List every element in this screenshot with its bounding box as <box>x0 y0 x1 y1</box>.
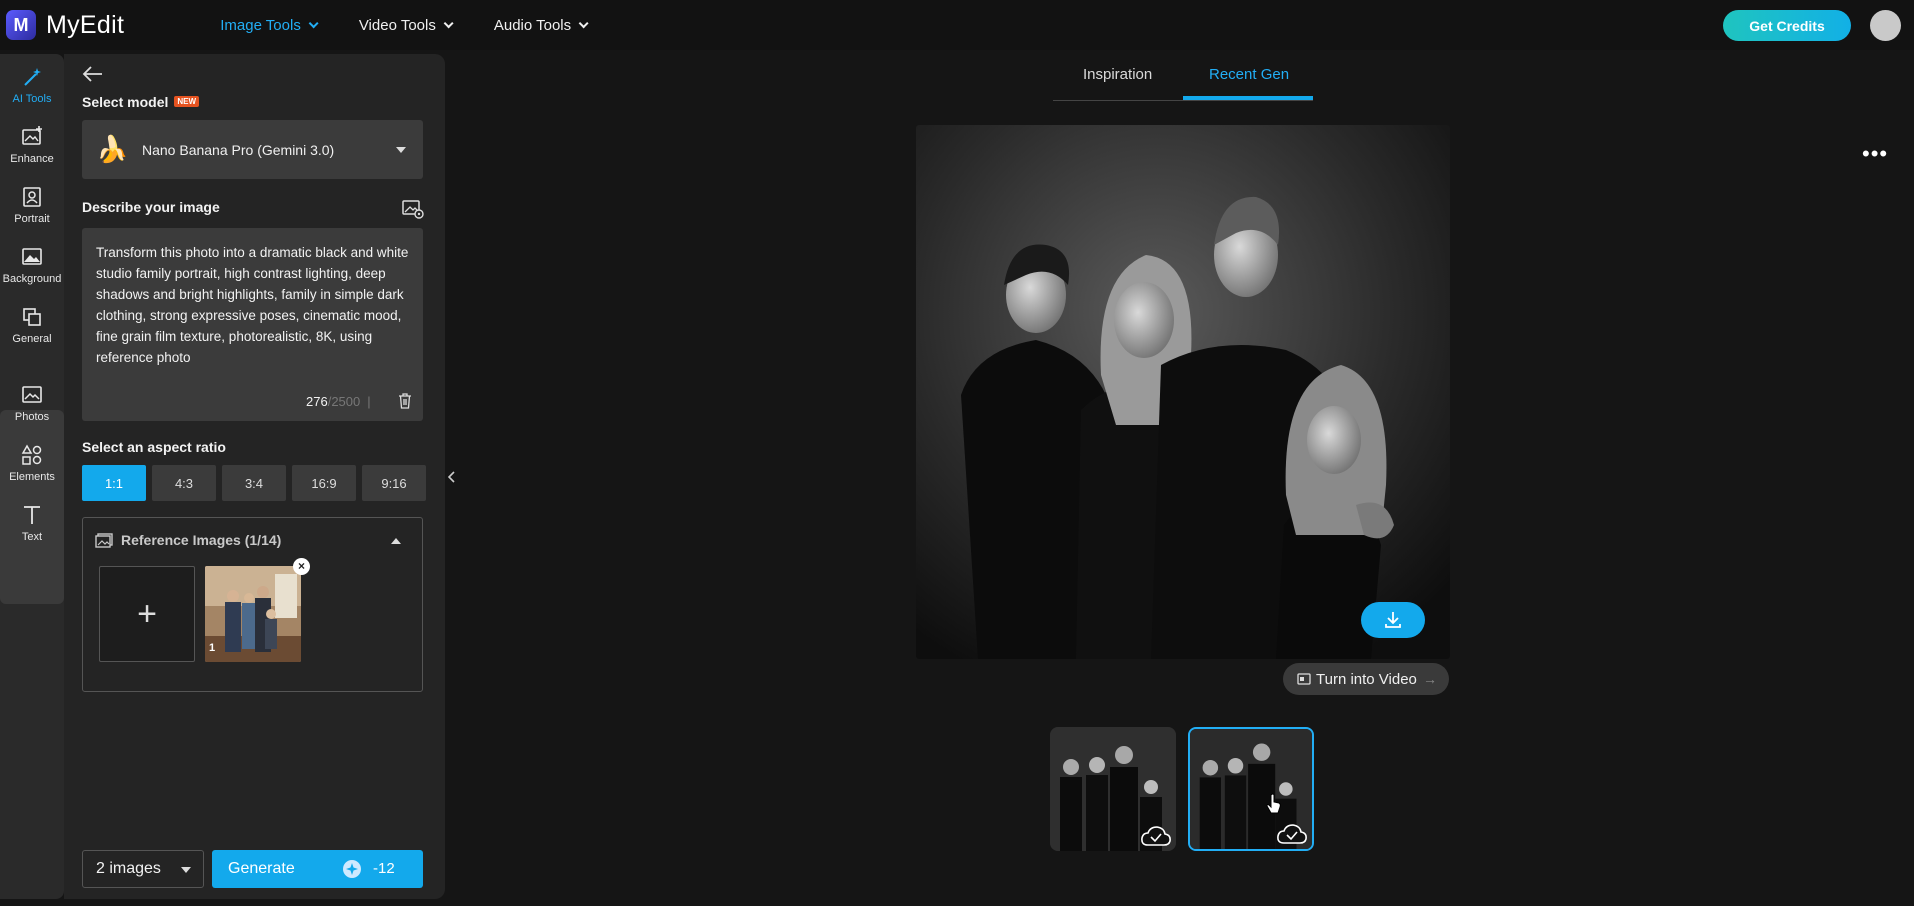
model-name: Nano Banana Pro (Gemini 3.0) <box>142 141 335 158</box>
reference-images-section: Reference Images (1/14) + 1 × <box>82 517 423 692</box>
app-name: MyEdit <box>46 10 125 39</box>
photo-icon <box>22 386 42 403</box>
collapse-arrow-icon[interactable] <box>391 538 401 544</box>
image-count-dropdown[interactable]: 2 images <box>82 850 204 888</box>
prompt-text[interactable]: Transform this photo into a dramatic bla… <box>96 242 416 368</box>
download-icon <box>1385 612 1401 628</box>
describe-label: Describe your image <box>82 199 220 215</box>
credit-coin-icon <box>343 860 361 878</box>
rail-item-photos-content[interactable]: Photos <box>0 382 64 440</box>
download-button[interactable] <box>1361 602 1425 638</box>
reference-thumbnail[interactable]: 1 <box>205 566 301 662</box>
collapse-panel-button[interactable] <box>445 462 459 492</box>
banana-icon: 🍌 <box>96 134 129 164</box>
bw-family-portrait <box>916 125 1450 659</box>
app-logo[interactable]: M MyEdit <box>6 10 124 40</box>
tab-inspiration[interactable]: Inspiration <box>1083 66 1152 83</box>
hand-cursor-icon <box>1266 793 1281 814</box>
result-thumbnail-1[interactable] <box>1050 727 1176 851</box>
get-credits-button[interactable]: Get Credits <box>1723 10 1851 41</box>
ratio-3-4-button[interactable]: 3:4 <box>222 465 286 501</box>
background-icon <box>22 248 42 265</box>
tool-rail: AI Tools Enhance Portrait Background Gen… <box>0 54 64 899</box>
ratio-16-9-button[interactable]: 16:9 <box>292 465 356 501</box>
generate-button[interactable]: Generate -12 <box>212 850 423 888</box>
arrow-right-icon: → <box>1423 671 1437 687</box>
chevron-down-icon <box>181 867 191 873</box>
more-options-icon[interactable]: ••• <box>1862 141 1888 167</box>
remove-reference-icon[interactable]: × <box>293 558 310 575</box>
general-icon <box>23 308 41 326</box>
aspect-ratio-group: 1:1 4:3 3:4 16:9 9:16 <box>82 465 432 501</box>
chevron-left-icon <box>448 471 455 483</box>
main-nav: Image Tools Video Tools Audio Tools <box>220 17 629 34</box>
active-tab-indicator <box>1183 96 1313 100</box>
chevron-down-icon <box>396 147 406 153</box>
ratio-9-16-button[interactable]: 9:16 <box>362 465 426 501</box>
cloud-saved-icon <box>1141 826 1171 846</box>
ratio-4-3-button[interactable]: 4:3 <box>152 465 216 501</box>
trash-icon[interactable] <box>398 393 412 409</box>
select-model-label: Select model NEW <box>82 94 200 110</box>
model-dropdown[interactable]: 🍌 Nano Banana Pro (Gemini 3.0) <box>82 120 423 179</box>
result-thumbnail-2[interactable] <box>1188 727 1314 851</box>
top-bar: M MyEdit Image Tools Video Tools Audio T… <box>0 0 1914 50</box>
images-icon <box>95 532 113 548</box>
myedit-logo-icon: M <box>6 10 36 40</box>
rail-item-enhance[interactable]: Enhance <box>0 124 64 182</box>
result-tabs: Inspiration Recent Gen <box>1053 56 1313 101</box>
magic-wand-icon <box>24 68 41 86</box>
nav-image-tools[interactable]: Image Tools <box>220 17 319 34</box>
turn-into-video-button[interactable]: Turn into Video → <box>1283 663 1449 695</box>
reference-images-header[interactable]: Reference Images (1/14) <box>95 532 281 548</box>
chevron-down-icon <box>308 17 319 28</box>
new-badge: NEW <box>174 96 200 107</box>
back-arrow-icon[interactable] <box>82 64 104 84</box>
reference-index: 1 <box>209 642 216 654</box>
image-settings-icon[interactable] <box>402 199 424 219</box>
tab-recent-gen[interactable]: Recent Gen <box>1209 66 1289 83</box>
char-counter: 276/2500 | <box>306 394 371 409</box>
nav-video-tools[interactable]: Video Tools <box>359 17 454 34</box>
generated-image <box>916 125 1450 659</box>
elements-icon <box>21 444 42 465</box>
prompt-textarea[interactable]: Transform this photo into a dramatic bla… <box>82 228 423 421</box>
add-reference-button[interactable]: + <box>99 566 195 662</box>
nav-audio-tools[interactable]: Audio Tools <box>494 17 589 34</box>
family-photo <box>205 566 301 662</box>
chevron-down-icon <box>578 17 589 28</box>
enhance-icon <box>22 126 42 145</box>
rail-item-background[interactable]: Background <box>0 244 64 302</box>
rail-item-ai-tools[interactable]: AI Tools <box>0 64 64 122</box>
text-icon <box>24 506 40 524</box>
cloud-saved-icon <box>1277 824 1307 844</box>
ratio-1-1-button[interactable]: 1:1 <box>82 465 146 501</box>
rail-item-general[interactable]: General <box>0 304 64 362</box>
chevron-down-icon <box>443 17 454 28</box>
aspect-ratio-label: Select an aspect ratio <box>82 439 226 455</box>
settings-panel: Select model NEW 🍌 Nano Banana Pro (Gemin… <box>64 54 445 899</box>
portrait-icon <box>23 187 41 207</box>
user-avatar[interactable] <box>1870 10 1901 41</box>
generate-cost: -12 <box>373 860 395 877</box>
video-icon <box>1297 673 1311 685</box>
rail-item-text[interactable]: Text <box>0 502 64 560</box>
rail-item-elements[interactable]: Elements <box>0 442 64 500</box>
rail-item-portrait[interactable]: Portrait <box>0 184 64 242</box>
